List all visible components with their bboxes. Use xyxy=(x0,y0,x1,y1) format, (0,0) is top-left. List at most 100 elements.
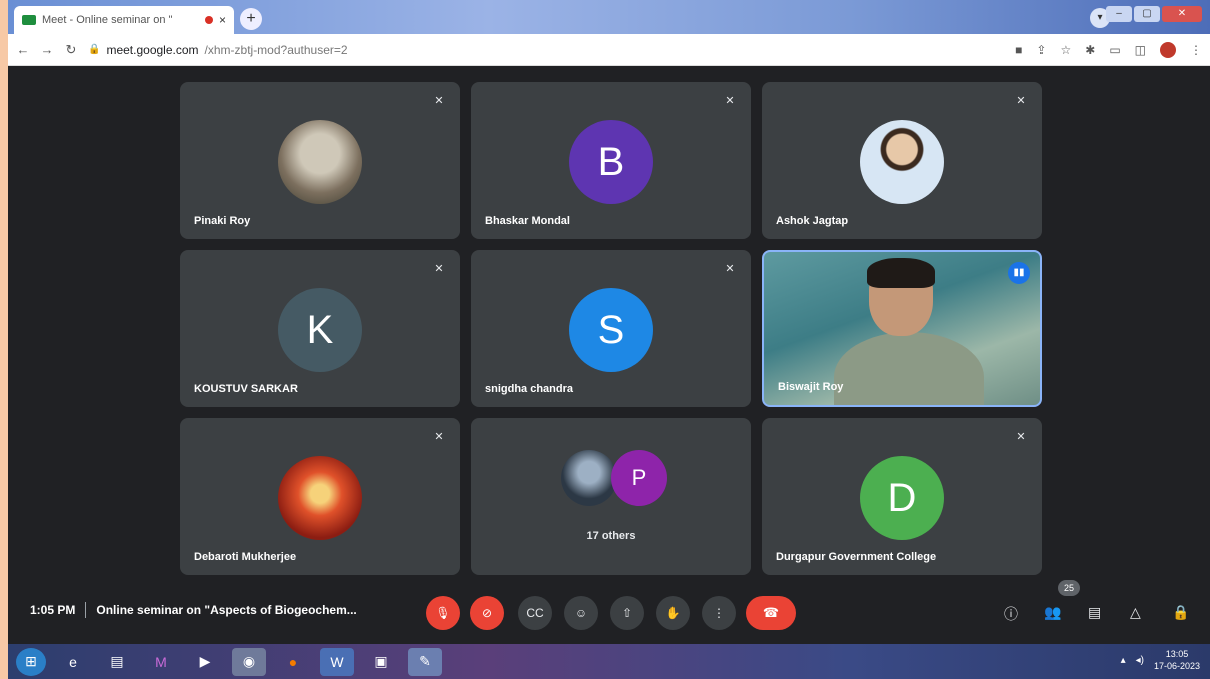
participant-name: Bhaskar Mondal xyxy=(485,215,570,227)
others-count: 17 others xyxy=(586,530,636,542)
mic-off-icon: ✕ xyxy=(434,431,444,443)
emoji-button[interactable]: ☺ xyxy=(564,596,598,630)
avatar xyxy=(278,456,362,540)
firefox-icon[interactable]: ● xyxy=(276,648,310,676)
participant-tile[interactable]: ✕ S snigdha chandra xyxy=(471,250,751,407)
avatar: K xyxy=(278,288,362,372)
new-tab-button[interactable]: + xyxy=(240,8,262,30)
start-button-icon[interactable]: ⊞ xyxy=(16,647,46,676)
browser-tab[interactable]: Meet - Online seminar on " × xyxy=(14,6,234,34)
mic-off-icon: ✕ xyxy=(725,263,735,275)
system-tray: ▴ ◂) 13:05 17-06-2023 xyxy=(1121,648,1200,672)
browser-toolbar: ← → ↻ 🔒 meet.google.com/xhm-zbtj-mod?aut… xyxy=(8,34,1210,66)
extensions-icon[interactable]: ✱ xyxy=(1085,43,1095,57)
window-close-icon[interactable]: ✕ xyxy=(1162,6,1202,22)
participant-tile[interactable]: ✕ K KOUSTUV SARKAR xyxy=(180,250,460,407)
mic-off-icon: ✕ xyxy=(1016,431,1026,443)
participant-tile[interactable]: ✕ Ashok Jagtap xyxy=(762,82,1042,239)
maximize-icon[interactable]: ▢ xyxy=(1134,6,1160,22)
avatar xyxy=(860,120,944,204)
toolbar-actions: ■ ⇪ ☆ ✱ ▭ ◫ ⋮ xyxy=(1015,41,1202,58)
raise-hand-button[interactable]: ✋ xyxy=(656,596,690,630)
speaker-video xyxy=(834,258,984,405)
side-panel-icon[interactable]: ◫ xyxy=(1135,43,1146,57)
browser-tabstrip: Meet - Online seminar on " × + ▾ – ▢ ✕ xyxy=(8,0,1210,34)
participant-tile[interactable]: ✕ D Durgapur Government College xyxy=(762,418,1042,575)
meet-favicon-icon xyxy=(22,15,36,25)
tab-close-icon[interactable]: × xyxy=(219,13,226,27)
gmail-icon[interactable]: M xyxy=(144,648,178,676)
address-bar[interactable]: 🔒 meet.google.com/xhm-zbtj-mod?authuser=… xyxy=(88,43,348,57)
avatar xyxy=(561,450,617,506)
captions-button[interactable]: CC xyxy=(518,596,552,630)
camera-toggle-button[interactable]: ⊘ xyxy=(470,596,504,630)
cast-icon[interactable]: ▭ xyxy=(1109,43,1120,57)
internet-explorer-icon[interactable]: e xyxy=(56,648,90,676)
meeting-details-icon[interactable]: ⓘ xyxy=(1004,604,1018,624)
word-icon[interactable]: W xyxy=(320,647,354,676)
tab-title: Meet - Online seminar on " xyxy=(42,14,173,26)
speaking-indicator-icon: ▮▮ xyxy=(1008,262,1030,284)
camera-in-use-icon[interactable]: ■ xyxy=(1015,43,1022,57)
meeting-info: 1:05 PM Online seminar on "Aspects of Bi… xyxy=(30,602,357,618)
forward-icon[interactable]: → xyxy=(40,42,54,57)
others-tile[interactable]: P 17 others xyxy=(471,418,751,575)
clock-time: 13:05 xyxy=(1165,649,1189,659)
bookmark-star-icon[interactable]: ☆ xyxy=(1060,43,1071,57)
avatar: D xyxy=(860,456,944,540)
meet-controls-bar: 1:05 PM Online seminar on "Aspects of Bi… xyxy=(8,580,1210,644)
screen: Meet - Online seminar on " × + ▾ – ▢ ✕ ←… xyxy=(8,0,1210,679)
participant-tile[interactable]: ✕ Debaroti Mukherjee xyxy=(180,418,460,575)
participant-name: Biswajit Roy xyxy=(778,381,844,393)
file-manager-icon[interactable]: ▤ xyxy=(100,648,134,676)
chat-icon[interactable]: ▤ xyxy=(1088,604,1101,621)
tray-arrow-icon[interactable]: ▴ xyxy=(1121,655,1126,666)
participant-name: Debaroti Mukherjee xyxy=(194,551,297,563)
folder-icon[interactable]: ▣ xyxy=(364,648,398,676)
os-taskbar: ⊞ e ▤ M ▶ ◉ ● W ▣ ✎ ▴ ◂) 13:05 17-06-202… xyxy=(8,644,1210,679)
people-icon[interactable]: 👥 xyxy=(1044,604,1061,621)
media-player-icon[interactable]: ▶ xyxy=(188,648,222,676)
participant-tile[interactable]: ✕ B Bhaskar Mondal xyxy=(471,82,751,239)
clock-date: 17-06-2023 xyxy=(1153,661,1200,671)
mic-off-icon: ✕ xyxy=(725,95,735,107)
mic-off-icon: ✕ xyxy=(434,263,444,275)
meeting-title: Online seminar on "Aspects of Biogeochem… xyxy=(96,603,357,617)
minimize-icon[interactable]: – xyxy=(1106,6,1132,22)
present-button[interactable]: ⇧ xyxy=(610,596,644,630)
avatar: P xyxy=(611,450,667,506)
avatar: B xyxy=(569,120,653,204)
window-controls: – ▢ ✕ xyxy=(1106,6,1202,22)
participant-name: Durgapur Government College xyxy=(776,551,937,563)
mic-off-icon: ✕ xyxy=(1016,95,1026,107)
leave-call-button[interactable]: ☎ xyxy=(746,596,796,630)
menu-kebab-icon[interactable]: ⋮ xyxy=(1190,43,1202,57)
paint-icon[interactable]: ✎ xyxy=(408,647,442,676)
avatar: S xyxy=(569,288,653,372)
reload-icon[interactable]: ↻ xyxy=(64,42,78,58)
avatar xyxy=(278,120,362,204)
volume-icon[interactable]: ◂) xyxy=(1136,655,1144,666)
profile-avatar[interactable] xyxy=(1160,41,1176,58)
participant-tile[interactable]: ✕ Pinaki Roy xyxy=(180,82,460,239)
url-path: /xhm-zbtj-mod?authuser=2 xyxy=(204,42,348,57)
more-options-button[interactable]: ⋮ xyxy=(702,596,736,630)
activities-icon[interactable]: △ xyxy=(1130,604,1141,621)
recording-indicator-icon xyxy=(204,16,213,24)
host-controls-icon[interactable]: 🔒 xyxy=(1172,604,1189,621)
people-count-badge: 25 xyxy=(1058,580,1080,596)
participant-name: KOUSTUV SARKAR xyxy=(194,383,298,395)
back-icon[interactable]: ← xyxy=(16,42,30,57)
participant-name: snigdha chandra xyxy=(485,383,574,395)
url-host: meet.google.com xyxy=(106,42,199,57)
share-icon[interactable]: ⇪ xyxy=(1036,43,1046,57)
meet-stage: ✕ Pinaki Roy ✕ B Bhaskar Mondal ✕ Ashok … xyxy=(8,66,1210,644)
chrome-icon[interactable]: ◉ xyxy=(232,647,266,676)
participant-name: Pinaki Roy xyxy=(194,215,251,227)
participant-name: Ashok Jagtap xyxy=(776,215,849,227)
active-speaker-tile[interactable]: ▮▮ Biswajit Roy xyxy=(762,250,1042,407)
mic-off-icon: ✕ xyxy=(434,95,444,107)
lock-icon: 🔒 xyxy=(88,44,101,55)
system-clock[interactable]: 13:05 17-06-2023 xyxy=(1154,648,1200,672)
mic-toggle-button[interactable]: 🎙 xyxy=(426,596,460,630)
